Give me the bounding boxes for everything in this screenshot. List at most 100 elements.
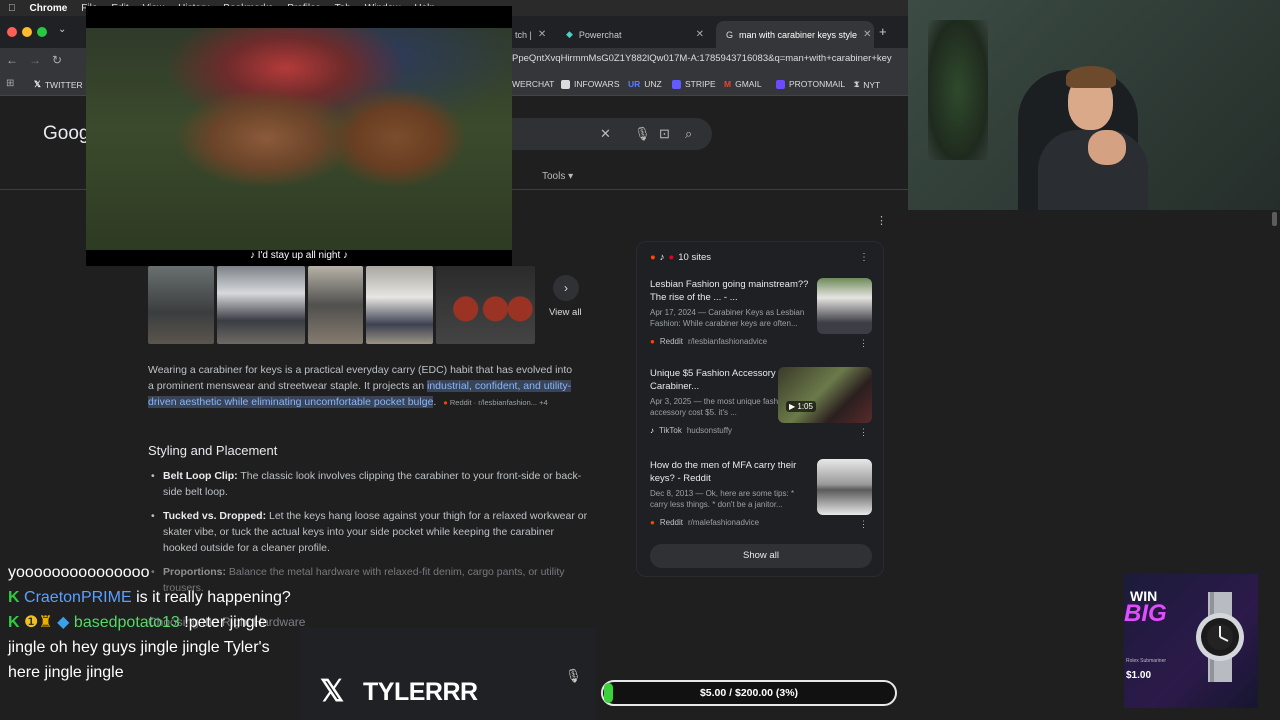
lens-icon[interactable]: ⊡ (659, 126, 670, 142)
mic-icon[interactable]: 🎙 (565, 668, 582, 684)
bookmark-powerchat[interactable]: WERCHAT (512, 79, 554, 89)
ad-price: $1.00 (1126, 670, 1152, 681)
sponsor-ad[interactable]: WIN BIG Rolex Submariner $1.00 (1124, 574, 1258, 708)
nyt-icon: 𝕿 (854, 79, 860, 89)
close-icon[interactable]: ✕ (863, 29, 871, 40)
scrollbar-thumb[interactable] (1272, 212, 1277, 226)
hand-shape (1088, 130, 1126, 165)
chat-username[interactable]: basedpotato13 (74, 614, 180, 631)
video-frame (86, 28, 512, 250)
tab-powerchat[interactable]: ◆ Powerchat ✕ (556, 21, 714, 48)
reddit-icon: ● (650, 518, 655, 527)
source-video-thumbnail[interactable]: ▶ 1:05 (778, 367, 872, 423)
next-images-button[interactable]: › (553, 275, 579, 301)
minimize-window-button[interactable] (22, 27, 32, 37)
more-options-icon[interactable]: ⋮ (859, 338, 868, 349)
chat-message: yooooooooooooooo (8, 564, 150, 581)
zoom-window-button[interactable] (37, 27, 47, 37)
tab-google-search[interactable]: G man with carabiner keys style ✕ (716, 21, 874, 48)
video-overlay[interactable]: ♪ I'd stay up all night ♪ (86, 6, 512, 266)
image-thumbnail[interactable] (148, 266, 214, 344)
reddit-icon: ● (650, 337, 655, 346)
ad-model-text: Rolex Submariner (1126, 658, 1167, 664)
x-icon: 𝕏 (34, 79, 41, 89)
chat-message: K ❶♜ ◆ basedpotato13 !peter jingle jingl… (8, 614, 270, 681)
bookmark-nyt[interactable]: 𝕿 NYT (854, 79, 880, 90)
tab-search-icon[interactable]: ⌄ (58, 24, 66, 35)
tools-button[interactable]: Tools ▾ (542, 171, 573, 182)
reddit-icon: ● (443, 398, 448, 407)
more-options-icon[interactable]: ⋮ (859, 252, 869, 263)
image-thumbnail[interactable] (217, 266, 305, 344)
bag-badge-icon: ♜ (38, 614, 53, 631)
source-thumbnail (817, 459, 872, 515)
google-logo[interactable]: Goog (43, 123, 89, 145)
bookmark-unz[interactable]: UR UNZ (628, 79, 662, 89)
list-item: Belt Loop Clip: The classic look involve… (148, 468, 588, 500)
ai-answer-paragraph: Wearing a carabiner for keys is a practi… (148, 364, 573, 408)
sources-count[interactable]: ● ♪ ● 10 sites (650, 252, 711, 263)
webcam-feed (908, 0, 1280, 210)
source-card[interactable]: Lesbian Fashion going mainstream?? The r… (650, 278, 872, 349)
bookmark-gmail[interactable]: M GMAIL (724, 79, 762, 89)
tiktok-icon: ♪ (650, 426, 654, 435)
protonmail-icon (776, 79, 785, 89)
chat-message: K CraetonPRIME is it really happening? (8, 589, 291, 606)
citation-chip[interactable]: ● Reddit · r/lesbianfashion... +4 (443, 398, 547, 407)
list-item: Tucked vs. Dropped: Let the keys hang lo… (148, 508, 588, 556)
search-icon[interactable]: ⌕ (685, 126, 692, 142)
bookmark-twitter[interactable]: 𝕏 TWITTER (34, 79, 83, 90)
new-tab-button[interactable]: + (879, 24, 887, 39)
apps-grid-icon[interactable]: ⊞ (6, 78, 14, 89)
bookmark-stripe[interactable]: STRIPE (672, 79, 716, 89)
reload-icon[interactable]: ↻ (52, 53, 62, 67)
unz-icon: UR (628, 79, 641, 89)
bookmark-protonmail[interactable]: PROTONMAIL (776, 79, 845, 89)
close-icon[interactable]: ✕ (696, 29, 704, 40)
more-options-icon[interactable]: ⋮ (876, 214, 887, 227)
coin-badge-icon: ❶ (24, 614, 39, 631)
more-options-icon[interactable]: ⋮ (859, 427, 868, 438)
stream-chat: yooooooooooooooo K CraetonPRIME is it re… (0, 560, 300, 720)
source-card[interactable]: How do the men of MFA carry their keys? … (650, 459, 872, 530)
search-box[interactable]: ✕ 🎙 ⊡ ⌕ (512, 118, 712, 150)
clear-icon[interactable]: ✕ (600, 126, 611, 142)
kick-badge-icon: K (8, 614, 20, 631)
stripe-icon (672, 79, 681, 89)
sources-panel: ● ♪ ● 10 sites ⋮ Lesbian Fashion going mai… (636, 241, 884, 577)
menubar-app-name[interactable]: Chrome (30, 3, 68, 14)
back-icon[interactable]: ← (6, 53, 18, 67)
view-all-images-link[interactable]: View all (549, 307, 582, 318)
chat-username[interactable]: CraetonPRIME (24, 589, 132, 606)
tab-partial[interactable]: tch | ✕ (505, 21, 553, 48)
image-thumbnail[interactable] (366, 266, 433, 344)
donation-label: $5.00 / $200.00 (3%) (699, 687, 799, 699)
tab-label: Powerchat (578, 29, 622, 40)
address-bar[interactable]: PpeQntXvqHirmmMsG0Z1Y882lQw017M-A:178594… (512, 53, 908, 64)
close-icon[interactable]: ✕ (538, 29, 546, 40)
image-thumbnail[interactable] (308, 266, 363, 344)
show-all-sources-button[interactable]: Show all (650, 544, 872, 568)
tab-label: tch | (515, 29, 532, 40)
google-favicon-icon: G (726, 29, 734, 40)
mic-icon[interactable]: 🎙 (634, 126, 651, 142)
donation-progress-fill (604, 683, 613, 703)
section-heading: Styling and Placement (148, 443, 278, 458)
image-thumbnail[interactable] (436, 266, 535, 344)
forward-icon[interactable]: → (29, 53, 41, 67)
kick-badge-icon: K (8, 589, 20, 606)
infowars-icon (561, 79, 570, 89)
close-window-button[interactable] (7, 27, 17, 37)
more-options-icon[interactable]: ⋮ (859, 519, 868, 530)
bookmark-infowars[interactable]: INFOWARS (561, 79, 620, 89)
watch-icon (1196, 592, 1244, 682)
source-card[interactable]: Unique $5 Fashion Accessory - Carabiner.… (650, 367, 872, 438)
streamer-handle: TYLERRR (363, 678, 478, 706)
cube-badge-icon: ◆ (57, 614, 70, 631)
tiktok-icon: ♪ (659, 252, 665, 263)
powerchat-icon: ◆ (566, 29, 573, 39)
tab-label: man with carabiner keys style (739, 29, 858, 40)
apple-icon[interactable]:  (8, 3, 16, 14)
video-duration-badge: ▶ 1:05 (786, 401, 816, 412)
source-thumbnail (817, 278, 872, 334)
